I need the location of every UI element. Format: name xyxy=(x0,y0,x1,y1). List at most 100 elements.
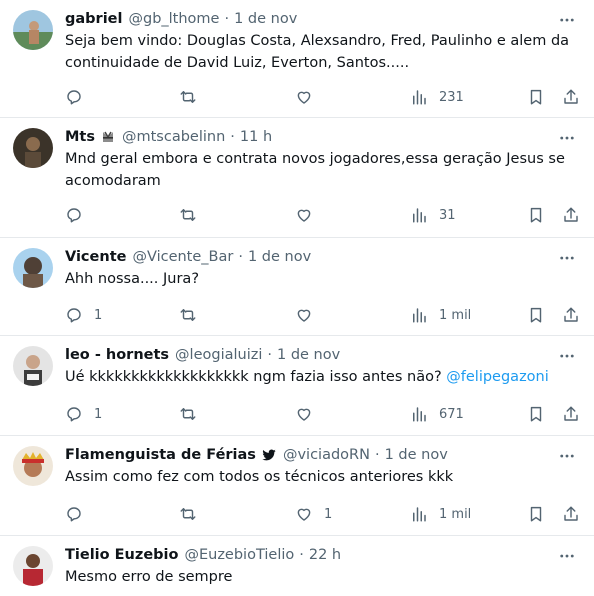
user-handle[interactable]: @viciadoRN xyxy=(283,447,370,463)
user-handle[interactable]: @gb_lthome xyxy=(128,11,219,27)
reply-count: 1 xyxy=(94,307,103,323)
view-count: 1 mil xyxy=(439,506,472,522)
bookmark-button[interactable] xyxy=(527,304,545,326)
views-button[interactable]: 1 mil xyxy=(410,503,471,525)
like-button[interactable] xyxy=(295,304,324,326)
bookmark-icon xyxy=(530,207,542,223)
avatar[interactable] xyxy=(13,128,53,168)
avatar[interactable] xyxy=(13,248,53,288)
more-options-icon[interactable] xyxy=(556,345,578,367)
tweet-actions: 31 xyxy=(0,204,594,226)
user-handle[interactable]: @EuzebioTielio xyxy=(184,547,294,563)
separator-dot: · xyxy=(299,547,304,563)
retweet-icon xyxy=(180,91,196,103)
more-options-icon[interactable] xyxy=(556,545,578,567)
tweet[interactable]: Mts @mtscabelinn · 11 h Mnd geral embora… xyxy=(0,118,594,238)
view-count: 31 xyxy=(439,207,456,223)
views-icon xyxy=(413,308,426,323)
kimono-emoji-icon xyxy=(100,129,116,145)
display-name[interactable]: Mts xyxy=(65,129,95,145)
tweet-actions: 1 1 mil xyxy=(0,503,594,525)
user-handle[interactable]: @Vicente_Bar xyxy=(132,249,233,265)
tweet[interactable]: gabriel @gb_lthome · 1 de nov Seja bem v… xyxy=(0,0,594,118)
avatar[interactable] xyxy=(13,346,53,386)
like-button[interactable]: 1 xyxy=(295,503,332,525)
timestamp[interactable]: 11 h xyxy=(240,129,272,145)
reply-icon xyxy=(67,407,81,422)
reply-button[interactable]: 1 xyxy=(65,403,102,425)
reply-icon xyxy=(67,308,81,323)
tweet[interactable]: Vicente @Vicente_Bar · 1 de nov Ahh noss… xyxy=(0,238,594,336)
more-options-icon[interactable] xyxy=(556,9,578,31)
avatar[interactable] xyxy=(13,446,53,486)
retweet-button[interactable] xyxy=(179,86,208,108)
reply-button[interactable]: 1 xyxy=(65,304,102,326)
separator-dot: · xyxy=(238,249,243,265)
bookmark-button[interactable] xyxy=(527,204,545,226)
more-options-icon[interactable] xyxy=(556,127,578,149)
heart-icon xyxy=(297,309,311,322)
user-handle[interactable]: @leogialuizi xyxy=(175,347,262,363)
reply-button[interactable] xyxy=(65,503,94,525)
separator-dot: · xyxy=(374,447,380,463)
share-icon xyxy=(564,207,578,222)
tweet[interactable]: Tielio Euzebio @EuzebioTielio · 22 h Mes… xyxy=(0,536,594,596)
like-count: 1 xyxy=(324,506,333,522)
tweet[interactable]: leo - hornets @leogialuizi · 1 de nov Ué… xyxy=(0,336,594,436)
tweet[interactable]: Flamenguista de Férias @viciadoRN · 1 de… xyxy=(0,436,594,536)
timestamp[interactable]: 1 de nov xyxy=(385,447,448,463)
timestamp[interactable]: 1 de nov xyxy=(277,347,340,363)
display-name[interactable]: gabriel xyxy=(65,11,122,27)
share-button[interactable] xyxy=(562,86,580,108)
retweet-button[interactable] xyxy=(179,403,208,425)
retweet-icon xyxy=(180,209,196,221)
view-count: 231 xyxy=(439,89,464,105)
share-button[interactable] xyxy=(562,204,580,226)
bookmark-button[interactable] xyxy=(527,503,545,525)
retweet-icon xyxy=(180,408,196,420)
views-icon xyxy=(413,407,426,422)
reply-button[interactable] xyxy=(65,86,94,108)
separator-dot: · xyxy=(224,11,230,27)
display-name[interactable]: Flamenguista de Férias xyxy=(65,447,256,463)
display-name[interactable]: Vicente xyxy=(65,249,126,265)
share-button[interactable] xyxy=(562,503,580,525)
more-options-icon[interactable] xyxy=(556,445,578,467)
retweet-button[interactable] xyxy=(179,304,208,326)
views-button[interactable]: 671 xyxy=(410,403,464,425)
tweet-text: Mesmo erro de sempre xyxy=(65,569,233,585)
retweet-button[interactable] xyxy=(179,204,208,226)
views-button[interactable]: 231 xyxy=(410,86,464,108)
tweet-header: Tielio Euzebio @EuzebioTielio · 22 h xyxy=(65,544,580,566)
reply-count: 1 xyxy=(94,406,103,422)
bookmark-icon xyxy=(530,506,542,522)
bookmark-button[interactable] xyxy=(527,403,545,425)
tweet-actions: 1 671 xyxy=(0,403,594,425)
like-button[interactable] xyxy=(295,403,324,425)
like-button[interactable] xyxy=(295,204,324,226)
display-name[interactable]: Tielio Euzebio xyxy=(65,547,178,563)
reply-icon xyxy=(67,208,81,223)
views-icon xyxy=(413,90,426,105)
bookmark-button[interactable] xyxy=(527,86,545,108)
retweet-icon xyxy=(180,508,196,520)
avatar[interactable] xyxy=(13,546,53,586)
view-count: 671 xyxy=(439,406,464,422)
timestamp[interactable]: 1 de nov xyxy=(234,11,297,27)
avatar[interactable] xyxy=(13,10,53,50)
reply-button[interactable] xyxy=(65,204,94,226)
views-icon xyxy=(413,507,426,522)
timestamp[interactable]: 1 de nov xyxy=(248,249,311,265)
timestamp[interactable]: 22 h xyxy=(309,547,341,563)
display-name[interactable]: leo - hornets xyxy=(65,347,169,363)
share-button[interactable] xyxy=(562,403,580,425)
views-button[interactable]: 1 mil xyxy=(410,304,471,326)
retweet-button[interactable] xyxy=(179,503,208,525)
mention-link[interactable]: @felipegazoni xyxy=(446,369,549,385)
reply-icon xyxy=(67,507,81,522)
user-handle[interactable]: @mtscabelinn xyxy=(122,129,225,145)
views-button[interactable]: 31 xyxy=(410,204,456,226)
more-options-icon[interactable] xyxy=(556,247,578,269)
like-button[interactable] xyxy=(295,86,324,108)
share-button[interactable] xyxy=(562,304,580,326)
